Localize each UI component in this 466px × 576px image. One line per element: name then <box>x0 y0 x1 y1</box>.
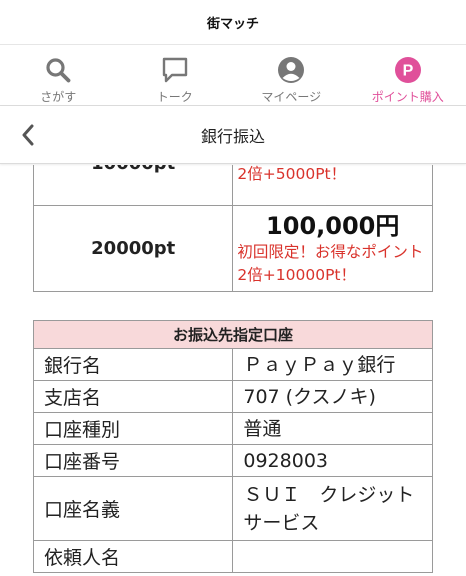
bank-value: 普通 <box>232 412 433 445</box>
table-row: 10000pt 初回限定！お得なポイント2倍+5000Pt！ <box>32 165 433 206</box>
back-button[interactable] <box>10 116 46 154</box>
bank-value: ＰａｙＰａｙ銀行 <box>232 348 433 381</box>
nav-item-search[interactable]: さがす <box>0 45 117 105</box>
scroll-content[interactable]: 10000pt 初回限定！お得なポイント2倍+5000Pt！ 20000pt 1… <box>0 165 466 576</box>
table-row: 銀行名 ＰａｙＰａｙ銀行 <box>32 348 433 381</box>
table-row[interactable]: 20000pt 100,000円 初回限定！お得なポイント2倍+10000Pt！ <box>32 205 433 292</box>
page-header: 銀行振込 <box>0 106 466 164</box>
bank-value: ＳＵＩ クレジットサービス <box>232 476 433 541</box>
bank-label: 支店名 <box>32 380 234 413</box>
points-amount: 10000pt <box>32 165 234 206</box>
points-price-table: 10000pt 初回限定！お得なポイント2倍+5000Pt！ 20000pt 1… <box>32 165 433 292</box>
bottom-nav: さがす トーク マイページ P ポイント購入 <box>0 44 466 106</box>
bank-value: 0928003 <box>232 444 433 477</box>
search-icon <box>43 55 73 85</box>
nav-item-mypage[interactable]: マイページ <box>233 45 350 105</box>
page-title: 銀行振込 <box>200 126 265 146</box>
table-row: 口座名義 ＳＵＩ クレジットサービス <box>32 476 433 541</box>
nav-label-search: さがす <box>40 90 77 104</box>
chevron-left-icon <box>22 124 34 146</box>
table-row: 依頼人名 <box>32 540 433 573</box>
price-value: 100,000円 <box>266 211 400 240</box>
bank-account-table: お振込先指定口座 銀行名 ＰａｙＰａｙ銀行 支店名 707 (クスノキ) 口座種… <box>32 320 433 573</box>
chat-bubble-icon <box>160 55 190 85</box>
promo-text: 初回限定！お得なポイント2倍+10000Pt！ <box>237 242 424 284</box>
table-row: 支店名 707 (クスノキ) <box>32 380 433 413</box>
bank-label: 口座種別 <box>32 412 234 445</box>
nav-item-point-purchase[interactable]: P ポイント購入 <box>350 45 466 105</box>
svg-text:P: P <box>402 63 413 80</box>
bank-label: 口座名義 <box>32 476 234 541</box>
table-row: 口座番号 0928003 <box>32 444 433 477</box>
bank-label: 口座番号 <box>32 444 234 477</box>
bank-value: 707 (クスノキ) <box>232 380 433 413</box>
nav-item-talk[interactable]: トーク <box>117 45 234 105</box>
app-title-bar: 街マッチ <box>0 0 466 44</box>
table-row: 口座種別 普通 <box>32 412 433 445</box>
bank-table-heading: お振込先指定口座 <box>33 320 433 349</box>
nav-label-talk: トーク <box>156 90 193 104</box>
bank-value <box>232 540 433 573</box>
point-p-icon: P <box>393 55 423 85</box>
promo-text: 初回限定！お得なポイント2倍+5000Pt！ <box>237 165 347 183</box>
bank-label: 依頼人名 <box>32 540 234 573</box>
nav-label-mypage: マイページ <box>261 90 322 104</box>
nav-label-point-purchase: ポイント購入 <box>371 90 444 104</box>
bank-label: 銀行名 <box>32 348 234 381</box>
points-amount: 20000pt <box>32 205 234 292</box>
app-title: 街マッチ <box>206 16 259 32</box>
user-circle-icon <box>276 55 306 85</box>
